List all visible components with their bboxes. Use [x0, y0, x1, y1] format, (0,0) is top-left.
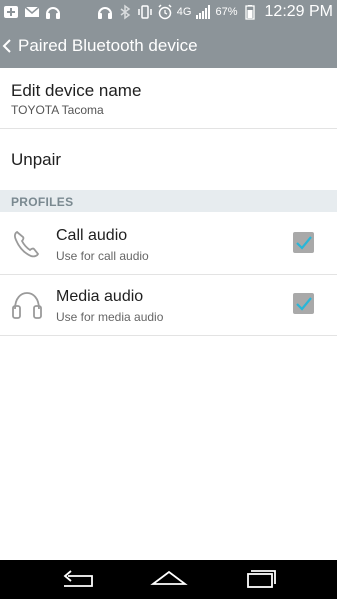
call-audio-label: Call audio — [56, 227, 128, 244]
navigation-bar — [0, 560, 337, 599]
status-bar: 4G 67% 12:29 PM — [0, 0, 337, 24]
mail-icon — [24, 4, 40, 20]
profile-item-call-audio[interactable]: Call audio Use for call audio — [0, 213, 337, 275]
alarm-icon — [157, 4, 173, 20]
profiles-header-label: PROFILES — [11, 195, 74, 209]
chevron-left-icon — [2, 39, 12, 53]
status-time: 12:29 PM — [264, 3, 333, 20]
nav-back-button[interactable] — [58, 566, 98, 592]
checkmark-icon — [296, 236, 312, 250]
media-audio-label: Media audio — [56, 288, 144, 305]
checkmark-icon — [296, 297, 312, 311]
device-name-value: TOYOTA Tacoma — [11, 103, 104, 117]
profile-item-media-audio[interactable]: Media audio Use for media audio — [0, 274, 337, 336]
vibrate-icon — [137, 4, 153, 20]
up-navigation[interactable] — [0, 24, 18, 68]
media-audio-summary: Use for media audio — [56, 310, 164, 324]
nav-recent-apps-button[interactable] — [240, 566, 280, 592]
back-arrow-icon — [63, 570, 93, 587]
page-title: Paired Bluetooth device — [18, 36, 198, 55]
unpair-item[interactable]: Unpair — [0, 129, 337, 190]
network-type-label: 4G — [176, 6, 192, 18]
system-icons: 4G 67% 12:29 PM — [97, 0, 333, 24]
notification-icons — [3, 3, 61, 21]
phone-icon — [10, 228, 44, 260]
headphones-icon — [10, 289, 44, 321]
action-bar: Paired Bluetooth device — [0, 24, 337, 68]
media-audio-checkbox[interactable] — [293, 293, 314, 314]
nav-home-button[interactable] — [149, 566, 189, 592]
headphones-icon — [45, 4, 61, 20]
call-audio-summary: Use for call audio — [56, 249, 149, 263]
recent-apps-icon — [247, 570, 276, 588]
profiles-section-header: PROFILES — [0, 190, 337, 212]
battery-percent: 67% — [215, 6, 238, 18]
call-audio-checkbox[interactable] — [293, 232, 314, 253]
home-icon — [150, 570, 188, 585]
signal-icon — [195, 4, 211, 20]
edit-device-name-item[interactable]: Edit device name TOYOTA Tacoma — [0, 68, 337, 129]
add-icon — [3, 4, 19, 20]
unpair-label: Unpair — [11, 150, 62, 169]
headset-icon — [97, 4, 113, 20]
bluetooth-icon — [117, 4, 133, 20]
edit-device-name-label: Edit device name — [11, 81, 142, 100]
battery-icon — [242, 4, 258, 20]
